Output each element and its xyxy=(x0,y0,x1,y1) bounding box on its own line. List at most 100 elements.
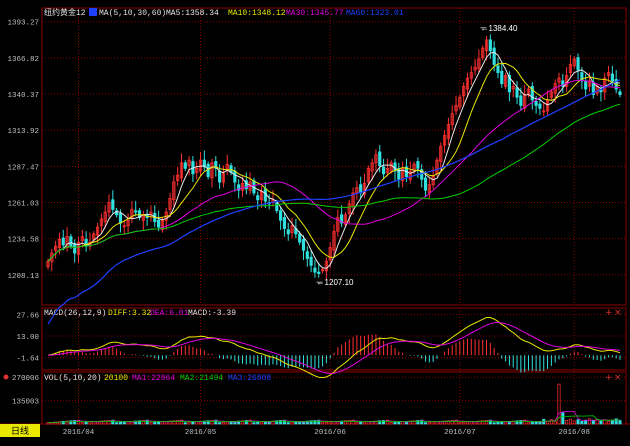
candle-body xyxy=(69,236,73,247)
vol-legend: VOL(5,10,20) 20100 MA1:22864 MA2:21494 M… xyxy=(44,374,271,383)
candle-body xyxy=(492,47,496,65)
macd-diff-line xyxy=(47,317,621,379)
legend-ma30: MA30:1345.77 xyxy=(286,9,344,18)
legend-ma60: MA60:1323.01 xyxy=(346,9,404,18)
vol-ma1: MA1:22864 xyxy=(132,374,175,383)
vol-params: VOL(5,10,20) xyxy=(44,374,102,383)
macd-tick-label: -1.64 xyxy=(16,356,39,364)
vol-bar xyxy=(225,421,229,425)
y-axis-macd: 27.66 13.00 -1.64 xyxy=(16,312,39,363)
candle-body xyxy=(218,170,222,183)
candle-body xyxy=(500,70,504,85)
y-axis-vol: 270006 135003 xyxy=(12,375,40,406)
vol-bar xyxy=(218,422,222,425)
candle-body xyxy=(618,91,622,95)
vol-bar xyxy=(84,421,88,425)
legend-ma-params: MA(5,10,30,60) xyxy=(99,9,166,18)
macd-legend: MACD(26,12,9) DIFF:3.32 DEA:6.01 MACD:-3… xyxy=(44,309,236,318)
vol-bar xyxy=(393,421,397,425)
vol-ma1-line xyxy=(47,411,621,423)
vol-bar xyxy=(465,421,469,425)
vol-bar xyxy=(256,421,260,425)
vol-bar xyxy=(362,421,367,425)
vol-bar xyxy=(534,421,538,425)
vol-bar xyxy=(389,422,393,425)
vol-value: 20100 xyxy=(104,374,128,383)
annotation-label: ←1384.40 xyxy=(481,24,518,33)
vol-bar xyxy=(462,421,466,425)
candle-body xyxy=(256,195,260,201)
vol-bar xyxy=(118,421,122,425)
candlestick-series xyxy=(46,34,622,281)
vol-settings-icon[interactable] xyxy=(3,374,9,380)
candle-body xyxy=(111,199,115,210)
vol-bar xyxy=(328,421,332,425)
candle-body xyxy=(305,251,309,259)
candle-body xyxy=(275,202,279,212)
vol-ma2: MA2:21494 xyxy=(180,374,223,383)
vol-bar xyxy=(530,421,534,425)
vol-bar xyxy=(565,420,569,425)
candle-body xyxy=(538,103,542,109)
candle-body xyxy=(157,219,161,228)
vol-bar xyxy=(492,422,496,425)
candle-body xyxy=(282,217,287,229)
vol-add-icon[interactable]: + xyxy=(605,373,613,383)
candle-body xyxy=(118,213,123,224)
macd-dea: DEA:6.01 xyxy=(150,309,189,318)
vol-close-icon[interactable]: × xyxy=(614,373,622,383)
macd-series xyxy=(47,317,621,379)
y-tick-label: 1313.92 xyxy=(7,128,39,136)
candle-body xyxy=(313,267,317,273)
candle-body xyxy=(576,57,580,71)
long-ma-line xyxy=(47,79,621,325)
vol-bar xyxy=(431,421,435,425)
vol-bar xyxy=(183,422,187,425)
macd-add-icon[interactable]: + xyxy=(605,308,613,318)
y-tick-label: 1393.27 xyxy=(7,20,39,28)
panel-border xyxy=(41,371,627,425)
vol-bar xyxy=(290,421,294,425)
macd-dea-line xyxy=(47,321,621,375)
vol-bar xyxy=(587,418,592,425)
vol-bar xyxy=(599,420,603,425)
macd-diff: DIFF:3.32 xyxy=(108,309,151,318)
vol-tick-label: 270006 xyxy=(12,375,40,383)
candle-body xyxy=(610,73,614,82)
vol-bar xyxy=(614,418,618,425)
vol-bar xyxy=(321,422,325,425)
y-tick-label: 1234.58 xyxy=(7,237,39,245)
period-label[interactable]: 日线 xyxy=(11,425,29,437)
vol-bar xyxy=(526,422,531,425)
vol-bar xyxy=(153,421,157,425)
y-tick-label: 1287.47 xyxy=(7,164,39,172)
legend-ma10: MA10:1348.12 xyxy=(228,9,286,18)
macd-value: MACD:-3.39 xyxy=(188,309,236,318)
panel-border xyxy=(41,7,627,306)
candle-body xyxy=(233,170,237,183)
vol-bar xyxy=(561,412,565,425)
chart-stage: 纽约黄金12 MA(5,10,30,60) MA5:1358.34 MA10:1… xyxy=(0,7,630,437)
candle-body xyxy=(515,87,519,98)
macd-close-icon[interactable]: × xyxy=(614,308,622,318)
vol-bar xyxy=(580,421,584,425)
vol-bar xyxy=(576,419,580,425)
annotation-label: ←1207.10 xyxy=(317,278,354,287)
legend-toggle-icon[interactable] xyxy=(89,8,97,16)
candle-body xyxy=(317,271,321,274)
y-tick-label: 1208.13 xyxy=(7,273,39,281)
vol-bar xyxy=(191,421,195,425)
vol-bar xyxy=(397,421,401,425)
candle-body xyxy=(309,256,313,266)
y-tick-label: 1261.03 xyxy=(7,200,39,208)
vol-bar xyxy=(618,420,622,425)
vol-bar xyxy=(359,421,363,425)
vol-bar xyxy=(88,421,92,425)
candle-body xyxy=(378,151,382,167)
y-tick-label: 1340.37 xyxy=(7,92,39,100)
candle-body xyxy=(301,238,306,251)
candle-body xyxy=(381,166,386,175)
candle-body xyxy=(298,233,302,243)
vol-bar xyxy=(149,422,153,425)
vol-bar xyxy=(427,421,431,425)
